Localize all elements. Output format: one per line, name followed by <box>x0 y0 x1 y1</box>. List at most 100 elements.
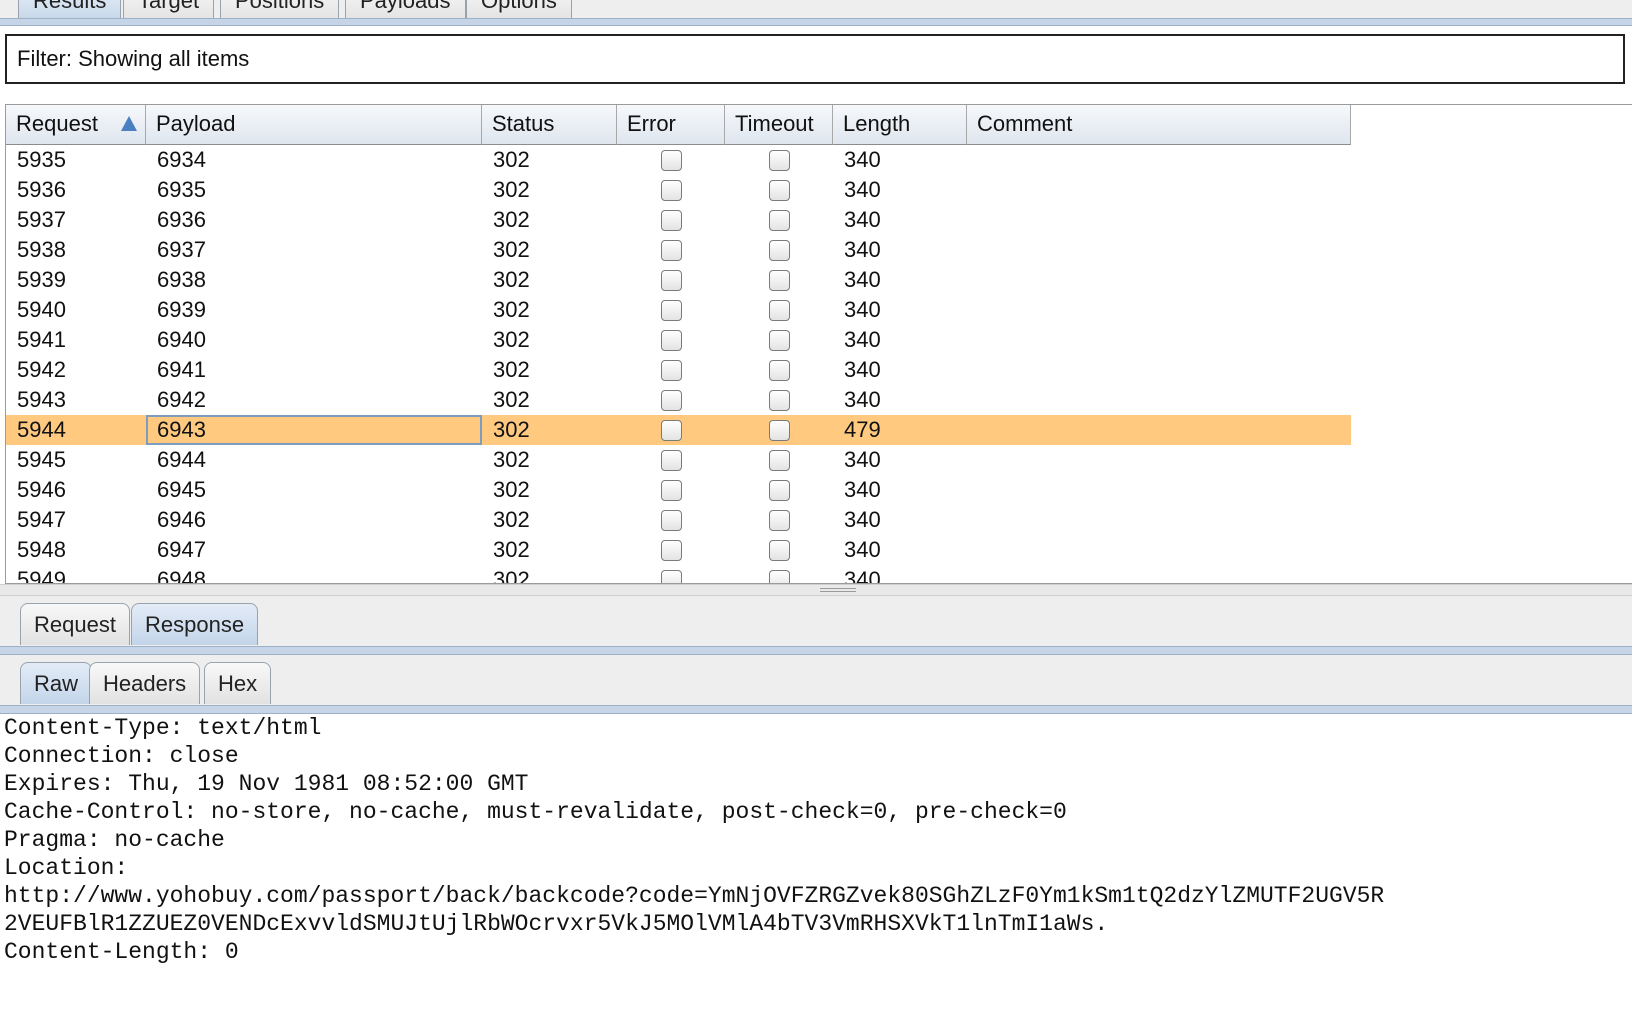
cell-payload: 6943 <box>146 415 482 445</box>
column-header-error[interactable]: Error <box>617 105 725 145</box>
checkbox[interactable] <box>660 449 682 471</box>
checkbox[interactable] <box>768 269 790 291</box>
checkbox[interactable] <box>660 389 682 411</box>
cell-status: 302 <box>493 387 530 412</box>
column-header-timeout[interactable]: Timeout <box>725 105 833 145</box>
cell-request: 5946 <box>17 477 66 502</box>
tab-options[interactable]: Options <box>466 0 572 18</box>
table-row[interactable]: 5947 6946 302 340 <box>6 505 1351 535</box>
checkbox[interactable] <box>660 329 682 351</box>
checkbox[interactable] <box>660 239 682 261</box>
cell-timeout <box>725 385 833 415</box>
cell-payload: 6936 <box>157 207 206 232</box>
checkbox[interactable] <box>768 539 790 561</box>
cell-length: 479 <box>844 417 881 442</box>
raw-line: 2VEUFBlR1ZZUEZ0VENDcExvvldSMUJtUjlRbWOcr… <box>4 911 1109 937</box>
checkbox[interactable] <box>660 269 682 291</box>
checkbox[interactable] <box>660 299 682 321</box>
tab-positions[interactable]: Positions <box>220 0 340 18</box>
table-row[interactable]: 5949 6948 302 340 <box>6 565 1351 584</box>
table-row[interactable]: 5942 6941 302 340 <box>6 355 1351 385</box>
column-header-request[interactable]: Request <box>6 105 146 145</box>
checkbox[interactable] <box>660 509 682 531</box>
checkbox[interactable] <box>768 299 790 321</box>
cell-comment <box>967 385 1351 415</box>
checkbox[interactable] <box>768 389 790 411</box>
cell-length: 340 <box>844 567 881 584</box>
checkbox[interactable] <box>768 509 790 531</box>
cell-request: 5949 <box>17 567 66 584</box>
cell-length: 340 <box>844 177 881 202</box>
checkbox[interactable] <box>768 239 790 261</box>
tab-target[interactable]: Target <box>123 0 215 18</box>
tab-headers[interactable]: Headers <box>89 662 201 704</box>
checkbox[interactable] <box>768 419 790 441</box>
checkbox[interactable] <box>768 479 790 501</box>
cell-payload: 6945 <box>157 477 206 502</box>
column-header-length[interactable]: Length <box>833 105 967 145</box>
raw-line: Content-Type: text/html <box>4 715 322 741</box>
cell-payload: 6934 <box>157 147 206 172</box>
cell-comment <box>967 235 1351 265</box>
checkbox[interactable] <box>660 569 682 583</box>
cell-request: 5943 <box>17 387 66 412</box>
checkbox[interactable] <box>660 179 682 201</box>
cell-status: 302 <box>493 177 530 202</box>
raw-response-text[interactable]: Content-Type: text/html Connection: close… <box>0 714 1632 1018</box>
results-table: Request Payload Status Error Timeout Len… <box>5 104 1632 584</box>
table-row[interactable]: 5940 6939 302 340 <box>6 295 1351 325</box>
table-row[interactable]: 5941 6940 302 340 <box>6 325 1351 355</box>
checkbox[interactable] <box>768 359 790 381</box>
tab-raw[interactable]: Raw <box>20 662 93 704</box>
filter-bar[interactable]: Filter: Showing all items <box>5 34 1625 84</box>
cell-length: 340 <box>844 297 881 322</box>
checkbox[interactable] <box>660 539 682 561</box>
tab-results[interactable]: Results <box>18 0 122 18</box>
cell-timeout <box>725 535 833 565</box>
checkbox[interactable] <box>660 479 682 501</box>
raw-line: http://www.yohobuy.com/passport/back/bac… <box>4 883 1385 909</box>
checkbox[interactable] <box>768 329 790 351</box>
tab-response[interactable]: Response <box>131 603 259 645</box>
checkbox[interactable] <box>660 419 682 441</box>
pane-splitter[interactable] <box>0 584 1632 596</box>
cell-payload: 6939 <box>157 297 206 322</box>
column-header-comment[interactable]: Comment <box>967 105 1351 145</box>
cell-comment <box>967 355 1351 385</box>
table-row[interactable]: 5937 6936 302 340 <box>6 205 1351 235</box>
table-row[interactable]: 5948 6947 302 340 <box>6 535 1351 565</box>
cell-comment <box>967 205 1351 235</box>
table-row[interactable]: 5944 6943 302 479 <box>6 415 1351 445</box>
table-row[interactable]: 5938 6937 302 340 <box>6 235 1351 265</box>
cell-length: 340 <box>844 237 881 262</box>
checkbox[interactable] <box>768 569 790 583</box>
tab-hex[interactable]: Hex <box>204 662 272 704</box>
cell-comment <box>967 175 1351 205</box>
checkbox[interactable] <box>768 149 790 171</box>
table-row[interactable]: 5943 6942 302 340 <box>6 385 1351 415</box>
checkbox[interactable] <box>768 179 790 201</box>
raw-line: Connection: close <box>4 743 239 769</box>
tab-payloads[interactable]: Payloads <box>345 0 466 18</box>
table-row[interactable]: 5946 6945 302 340 <box>6 475 1351 505</box>
checkbox[interactable] <box>768 209 790 231</box>
checkbox[interactable] <box>660 209 682 231</box>
cell-comment <box>967 145 1351 175</box>
table-row[interactable]: 5936 6935 302 340 <box>6 175 1351 205</box>
table-row[interactable]: 5945 6944 302 340 <box>6 445 1351 475</box>
cell-payload: 6940 <box>157 327 206 352</box>
column-header-payload[interactable]: Payload <box>146 105 482 145</box>
checkbox[interactable] <box>768 449 790 471</box>
checkbox[interactable] <box>660 359 682 381</box>
cell-request: 5938 <box>17 237 66 262</box>
cell-error <box>617 445 725 475</box>
table-row[interactable]: 5939 6938 302 340 <box>6 265 1351 295</box>
cell-error <box>617 505 725 535</box>
checkbox[interactable] <box>660 149 682 171</box>
table-row[interactable]: 5935 6934 302 340 <box>6 145 1351 175</box>
cell-error <box>617 565 725 583</box>
cell-error <box>617 235 725 265</box>
raw-line: Content-Length: 0 <box>4 939 239 965</box>
tab-request[interactable]: Request <box>20 603 130 645</box>
column-header-status[interactable]: Status <box>482 105 617 145</box>
